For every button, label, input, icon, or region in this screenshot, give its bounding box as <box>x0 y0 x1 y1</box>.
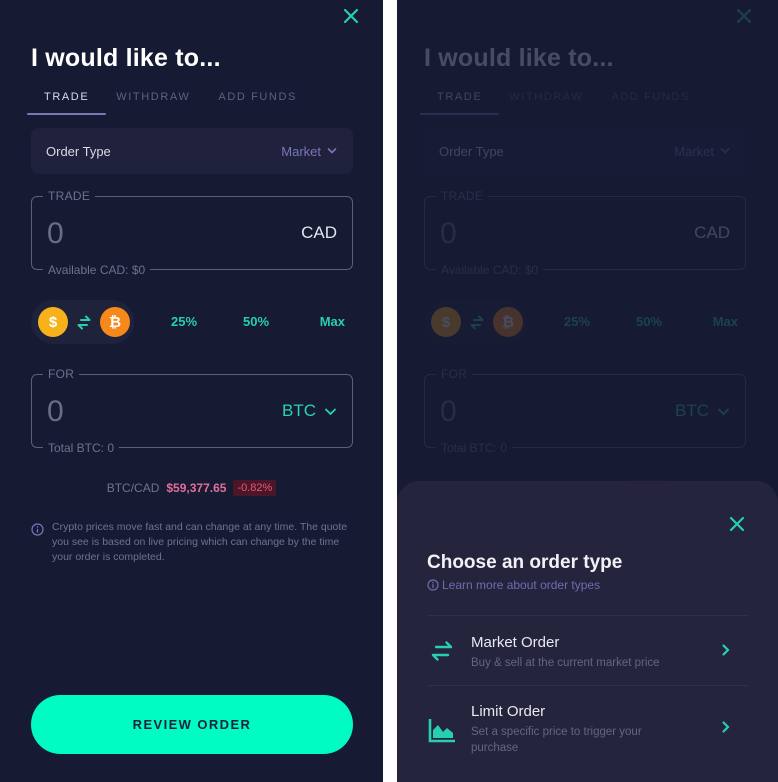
tab-withdraw[interactable]: WITHDRAW <box>106 88 204 115</box>
quick-amount-50: 50% <box>636 314 663 329</box>
area-chart-icon <box>428 719 455 743</box>
price-change-badge: -0.82% <box>233 480 277 496</box>
order-type-screen: I would like to... TRADE WITHDRAW ADD FU… <box>397 0 778 782</box>
tab-withdraw: WITHDRAW <box>509 91 584 103</box>
for-currency: BTC <box>282 401 316 420</box>
option-name: Limit Order <box>471 703 546 720</box>
order-type-sheet: Choose an order type Learn more about or… <box>397 481 778 782</box>
divider <box>427 685 749 686</box>
close-icon <box>343 8 359 24</box>
market-order-option[interactable]: Market Order Buy & sell at the current m… <box>427 634 749 684</box>
order-type-value-wrap: Market <box>674 144 730 159</box>
review-order-button[interactable]: REVIEW ORDER <box>31 695 353 754</box>
available-balance: Available CAD: $0 <box>436 263 544 277</box>
info-icon <box>31 523 44 536</box>
order-type-value-wrap: Market <box>281 144 337 159</box>
price-disclaimer: Crypto prices move fast and can change a… <box>31 520 361 565</box>
for-field-legend: FOR <box>436 367 473 381</box>
learn-more-text: Learn more about order types <box>442 578 601 592</box>
swap-row: $ ₿ 25% 50% Max <box>424 300 746 344</box>
chevron-down-icon <box>327 148 337 154</box>
order-type-label: Order Type <box>46 143 111 159</box>
total-btc: Total BTC: 0 <box>43 441 120 455</box>
option-description: Buy & sell at the current market price <box>471 657 660 669</box>
tab-bar: TRADE WITHDRAW ADD FUNDS <box>27 88 314 115</box>
tab-add-funds[interactable]: ADD FUNDS <box>204 88 314 115</box>
available-balance: Available CAD: $0 <box>43 263 151 277</box>
quick-amount-max[interactable]: Max <box>320 314 345 329</box>
order-type-value: Market <box>674 143 714 159</box>
trade-amount-input[interactable]: 0 <box>47 217 64 251</box>
tab-bar: TRADE WITHDRAW ADD FUNDS <box>420 88 707 115</box>
close-button[interactable] <box>341 6 361 26</box>
quick-amount-25[interactable]: 25% <box>171 314 197 329</box>
option-description: Set a specific price to trigger your pur… <box>471 726 642 754</box>
disclaimer-text: Crypto prices move fast and can change a… <box>52 521 348 563</box>
chevron-down-icon <box>325 408 336 415</box>
for-amount-field: FOR 0 BTC Total BTC: 0 <box>31 367 353 455</box>
swap-currencies-button: $ ₿ <box>424 300 527 344</box>
price-ticker: BTC/CAD $59,377.65 -0.82% <box>0 480 383 496</box>
bitcoin-coin-icon: ₿ <box>100 307 130 337</box>
price-pair: BTC/CAD <box>106 481 160 495</box>
page-title: I would like to... <box>424 44 614 72</box>
learn-more-link[interactable]: Learn more about order types <box>427 578 600 592</box>
trade-amount-input: 0 <box>440 217 457 250</box>
sheet-title: Choose an order type <box>427 552 623 573</box>
trade-amount-field: TRADE 0 CAD Available CAD: $0 <box>31 189 353 277</box>
crypto-currency-selector[interactable]: BTC <box>282 401 337 421</box>
chevron-right-icon <box>722 721 730 733</box>
for-amount-field: FOR 0 BTC Total BTC: 0 <box>424 367 746 455</box>
price-value: $59,377.65 <box>166 481 227 495</box>
swap-arrows-icon <box>470 315 484 330</box>
swap-arrows-icon <box>77 315 91 330</box>
chevron-right-icon <box>722 644 730 656</box>
trade-screen: I would like to... TRADE WITHDRAW ADD FU… <box>0 0 383 782</box>
total-btc: Total BTC: 0 <box>436 441 513 455</box>
trade-field-legend: TRADE <box>43 189 96 203</box>
close-icon <box>729 516 745 532</box>
limit-order-option[interactable]: Limit Order Set a specific price to trig… <box>427 703 749 763</box>
chevron-down-icon <box>720 148 730 154</box>
quick-amount-25: 25% <box>564 314 591 329</box>
chevron-down-icon <box>718 408 729 415</box>
quick-amount-50[interactable]: 50% <box>243 314 269 329</box>
tab-add-funds: ADD FUNDS <box>611 91 690 103</box>
dollar-coin-icon: $ <box>431 307 461 337</box>
order-type-selector[interactable]: Order Type Market <box>31 128 353 174</box>
trade-amount-field: TRADE 0 CAD Available CAD: $0 <box>424 189 746 277</box>
swap-currencies-button[interactable]: $ ₿ <box>31 300 134 344</box>
page-title: I would like to... <box>31 44 221 72</box>
close-icon <box>736 8 752 24</box>
dollar-coin-icon: $ <box>38 307 68 337</box>
swap-arrows-icon <box>431 641 453 661</box>
bitcoin-coin-icon: ₿ <box>493 307 523 337</box>
for-field-legend: FOR <box>43 367 80 381</box>
tab-trade: TRADE <box>420 88 500 115</box>
quick-amount-max: Max <box>712 314 738 329</box>
review-order-label: REVIEW ORDER <box>132 717 252 732</box>
order-type-label: Order Type <box>439 143 504 159</box>
crypto-currency-selector: BTC <box>675 401 730 421</box>
swap-row: $ ₿ 25% 50% Max <box>31 300 353 344</box>
order-type-selector: Order Type Market <box>424 128 746 174</box>
for-amount-input: 0 <box>440 395 457 428</box>
trade-currency: CAD <box>301 223 337 242</box>
close-button <box>734 6 754 26</box>
tab-trade[interactable]: TRADE <box>27 88 107 115</box>
order-type-value: Market <box>281 143 321 159</box>
sheet-close-button[interactable] <box>727 514 747 534</box>
info-icon <box>427 579 439 591</box>
for-currency: BTC <box>675 401 709 420</box>
trade-currency: CAD <box>694 223 730 242</box>
divider <box>427 615 749 616</box>
option-name: Market Order <box>471 634 560 651</box>
trade-field-legend: TRADE <box>436 189 489 203</box>
for-amount-input[interactable]: 0 <box>47 395 64 429</box>
